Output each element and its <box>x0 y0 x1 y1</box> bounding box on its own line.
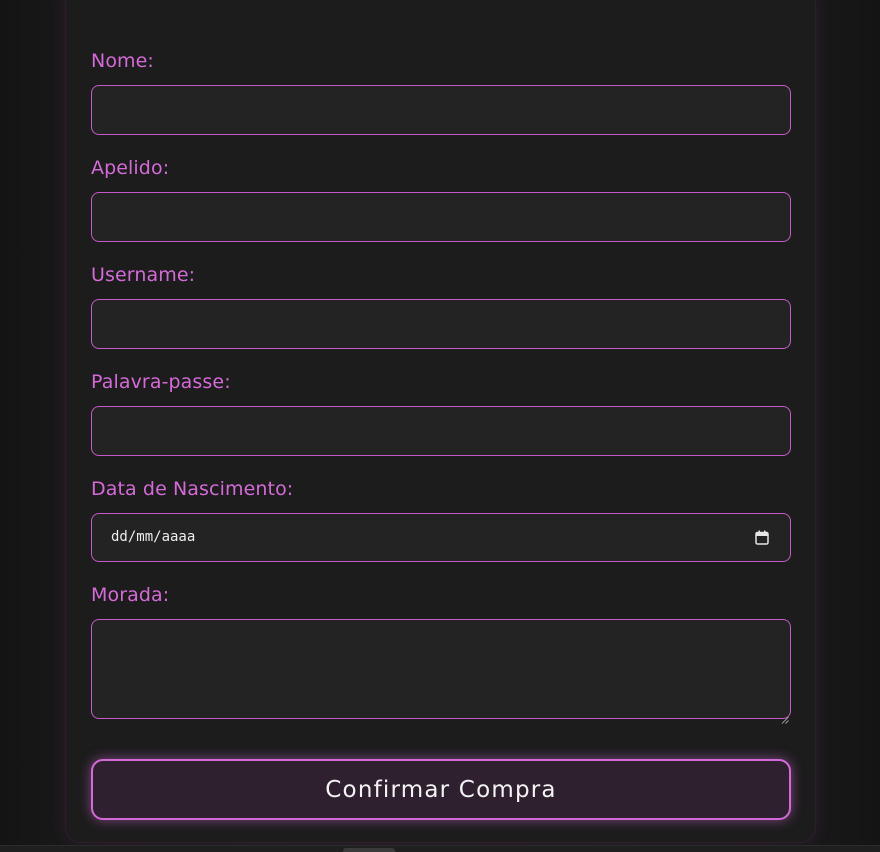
page: Nome: Apelido: Username: Palavra-passe: … <box>0 0 880 852</box>
palavra-passe-label: Palavra-passe: <box>91 371 231 393</box>
username-input[interactable] <box>91 299 791 349</box>
confirm-purchase-button[interactable]: Confirmar Compra <box>91 759 791 820</box>
scroll-handle[interactable] <box>343 848 395 852</box>
bottom-scroll-area <box>0 845 880 852</box>
morada-textarea[interactable] <box>91 619 791 719</box>
apelido-input[interactable] <box>91 192 791 242</box>
date-placeholder: dd/mm/aaaa <box>111 529 196 545</box>
data-nascimento-input[interactable]: dd/mm/aaaa <box>91 513 791 562</box>
calendar-icon[interactable] <box>755 530 769 545</box>
data-nascimento-label: Data de Nascimento: <box>91 478 294 500</box>
username-label: Username: <box>91 264 196 286</box>
nome-input[interactable] <box>91 85 791 135</box>
nome-label: Nome: <box>91 50 154 72</box>
resize-grip-icon[interactable] <box>781 709 789 724</box>
palavra-passe-input[interactable] <box>91 406 791 456</box>
morada-label: Morada: <box>91 584 170 606</box>
apelido-label: Apelido: <box>91 157 170 179</box>
